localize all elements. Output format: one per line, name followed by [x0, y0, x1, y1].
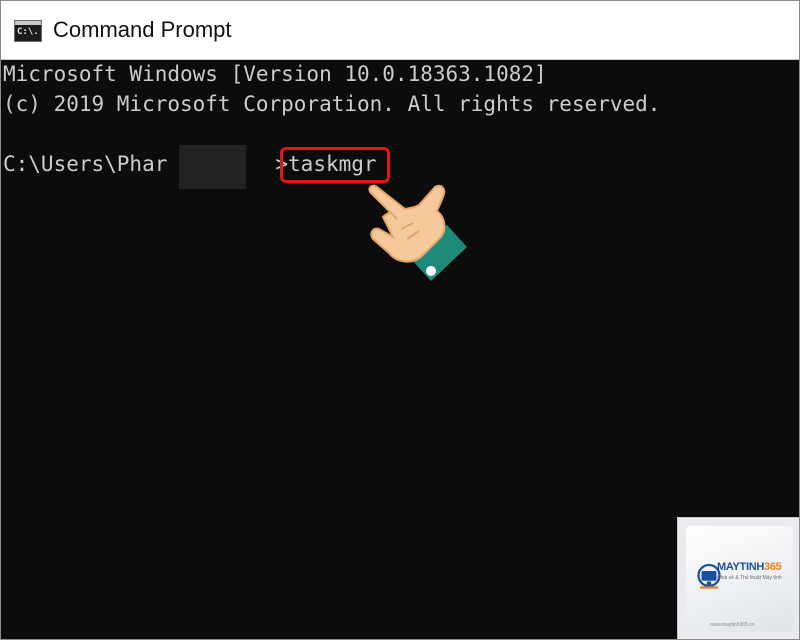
window-title: Command Prompt: [53, 17, 232, 42]
username-redaction: [179, 145, 246, 189]
title-bar[interactable]: C:\. Command Prompt: [1, 1, 799, 60]
icon-title-strip: [15, 21, 41, 25]
brand-watermark: MAYTINH365 Chia sẻ & Thủ thuật Máy tính …: [677, 517, 799, 639]
command-prompt-window[interactable]: C:\. Command Prompt Microsoft Windows [V…: [0, 0, 800, 640]
console-line-version: Microsoft Windows [Version 10.0.18363.10…: [3, 62, 547, 86]
brand-accent: 365: [764, 561, 782, 573]
brand-main: MAYTINH: [717, 561, 764, 573]
icon-text: C:\.: [17, 27, 39, 37]
pointing-hand-icon: [368, 184, 467, 281]
brand-name: MAYTINH365: [717, 561, 782, 573]
brand-footer: www.maytinh365.vn: [710, 622, 755, 628]
brand-tagline: Chia sẻ & Thủ thuật Máy tính: [717, 575, 782, 581]
sleeve-button: [426, 266, 436, 276]
cmd-app-icon: C:\.: [14, 20, 42, 42]
console-line-copyright: (c) 2019 Microsoft Corporation. All righ…: [3, 92, 661, 116]
prompt-path: C:\Users\Phar: [3, 152, 168, 176]
